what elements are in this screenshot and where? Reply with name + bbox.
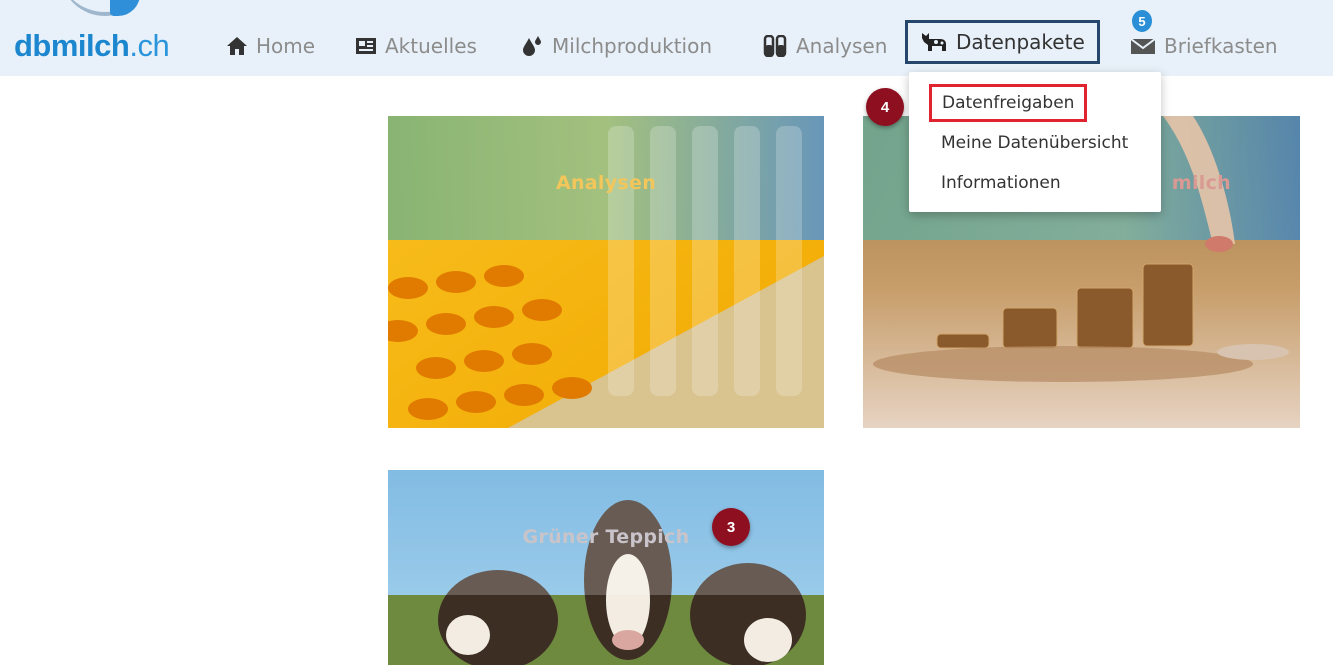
tile-analysen-title: Analysen (555, 172, 657, 194)
nav-home-label: Home (256, 34, 316, 58)
step-marker-4: 4 (866, 88, 904, 126)
tile-gruener-teppich[interactable]: Grüner Teppich (388, 470, 824, 665)
tile-analysen-image (388, 116, 824, 428)
envelope-icon (1130, 38, 1156, 54)
tile-gruener-teppich-title: Grüner Teppich (522, 526, 690, 548)
nav-aktuelles-label: Aktuelles (385, 34, 477, 58)
nav-datenpakete[interactable]: Datenpakete (905, 20, 1100, 64)
site-logo[interactable]: dbmilch.ch (14, 28, 170, 64)
newspaper-icon (356, 38, 376, 54)
tile-gruener-teppich-image (388, 470, 824, 665)
top-navbar: dbmilch.ch Home Aktuelles Milchproduktio… (0, 0, 1333, 76)
cow-icon (922, 33, 946, 51)
dropdown-item-meine-datenuebersicht[interactable]: Meine Datenübersicht (941, 128, 1128, 158)
logo-text-suffix: .ch (129, 28, 170, 63)
logo-text-main: dbmilch (14, 28, 130, 63)
nav-aktuelles[interactable]: Aktuelles (355, 28, 477, 64)
nav-milchproduktion[interactable]: Milchproduktion (520, 28, 712, 64)
nav-milchproduktion-label: Milchproduktion (552, 34, 713, 58)
message-count-badge: 5 (1132, 10, 1152, 32)
nav-analysen-label: Analysen (796, 34, 888, 58)
step-marker-3: 3 (712, 508, 750, 546)
test-tubes-icon (763, 35, 787, 57)
logo-drop-graphic (110, 0, 140, 16)
nav-analysen[interactable]: Analysen (762, 28, 887, 64)
milk-drop-icon (523, 36, 541, 56)
nav-briefkasten[interactable]: Briefkasten (1130, 28, 1278, 64)
datenpakete-dropdown-menu: Datenfreigaben Meine Datenübersicht Info… (909, 72, 1161, 212)
nav-home[interactable]: Home (226, 28, 315, 64)
nav-briefkasten-label: Briefkasten (1164, 34, 1278, 58)
dropdown-item-datenfreigaben[interactable]: Datenfreigaben (929, 84, 1088, 122)
home-icon (227, 37, 247, 55)
dropdown-item-informationen[interactable]: Informationen (941, 168, 1061, 198)
tile-analysen[interactable]: Analysen (388, 116, 824, 428)
nav-datenpakete-label: Datenpakete (956, 30, 1085, 54)
